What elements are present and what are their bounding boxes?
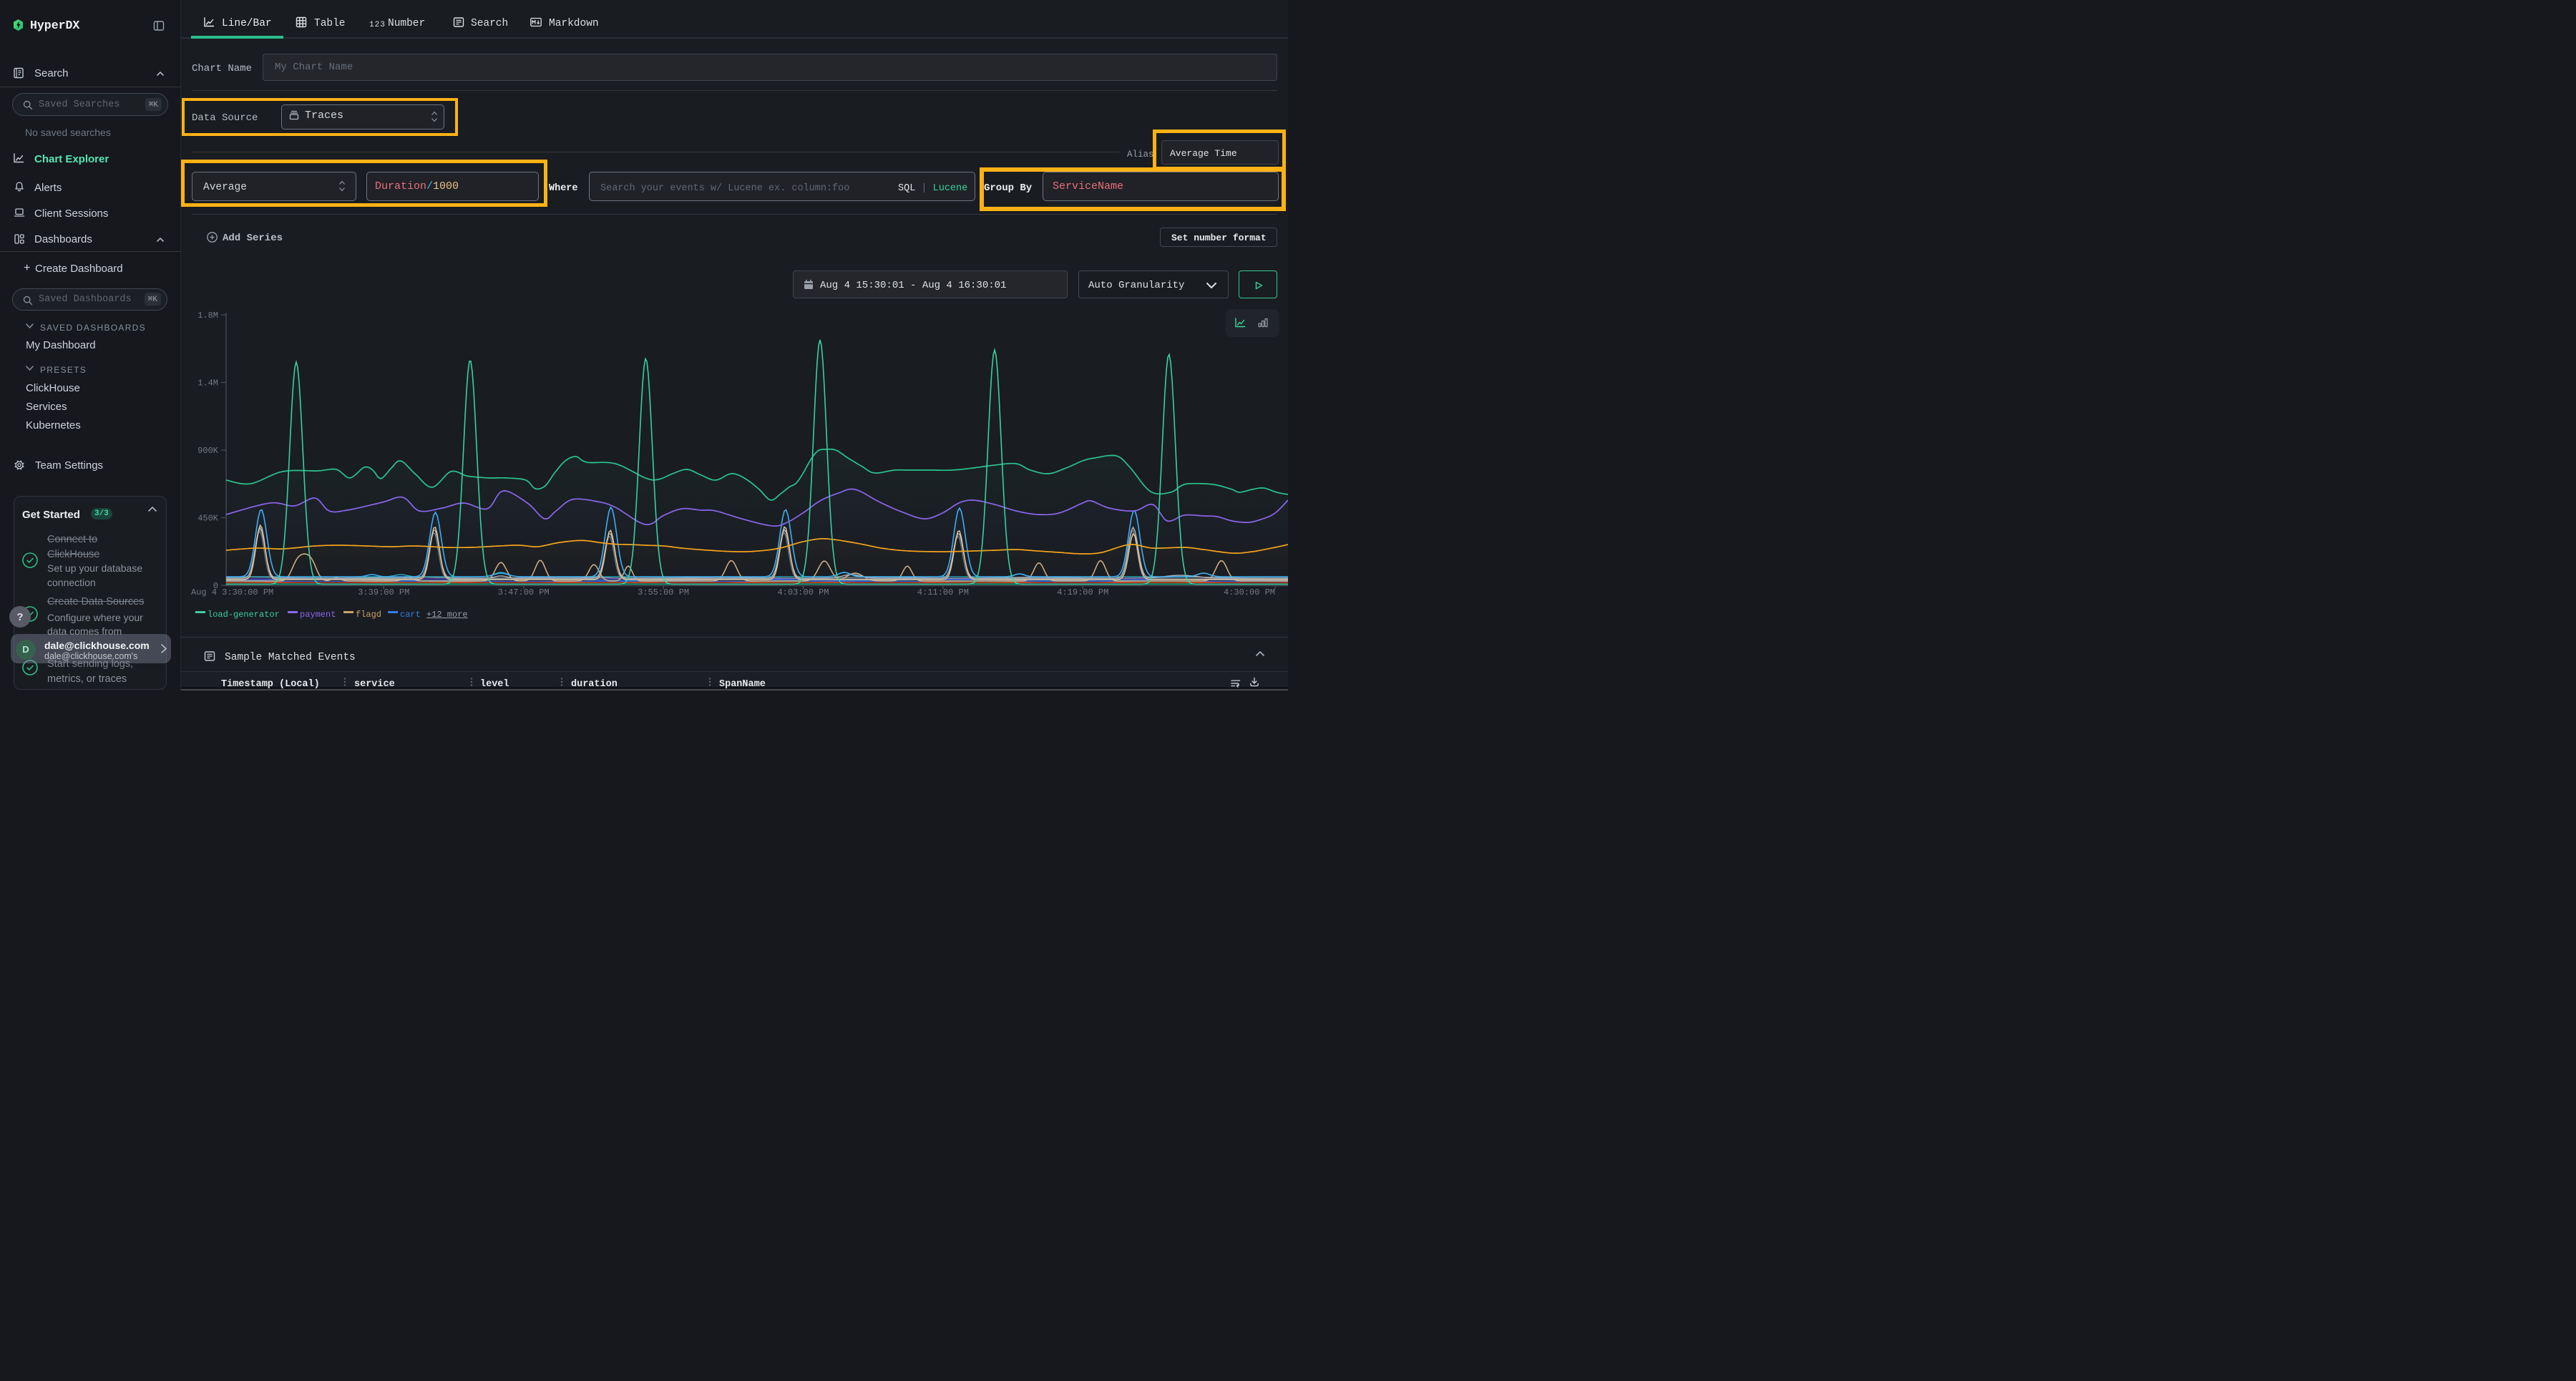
- svg-text:450K: 450K: [197, 514, 219, 524]
- svg-text:4:19:00 PM: 4:19:00 PM: [1057, 587, 1108, 597]
- svg-text:Aug 4 3:30:00 PM: Aug 4 3:30:00 PM: [191, 587, 273, 597]
- svg-text:1.8M: 1.8M: [197, 311, 218, 321]
- svg-text:3:55:00 PM: 3:55:00 PM: [638, 587, 689, 597]
- svg-text:4:11:00 PM: 4:11:00 PM: [917, 587, 969, 597]
- svg-text:3:39:00 PM: 3:39:00 PM: [358, 587, 409, 597]
- svg-text:3:47:00 PM: 3:47:00 PM: [498, 587, 550, 597]
- svg-text:900K: 900K: [197, 446, 219, 456]
- svg-text:4:30:00 PM: 4:30:00 PM: [1224, 587, 1275, 597]
- svg-text:1.4M: 1.4M: [197, 379, 218, 389]
- svg-text:4:03:00 PM: 4:03:00 PM: [777, 587, 829, 597]
